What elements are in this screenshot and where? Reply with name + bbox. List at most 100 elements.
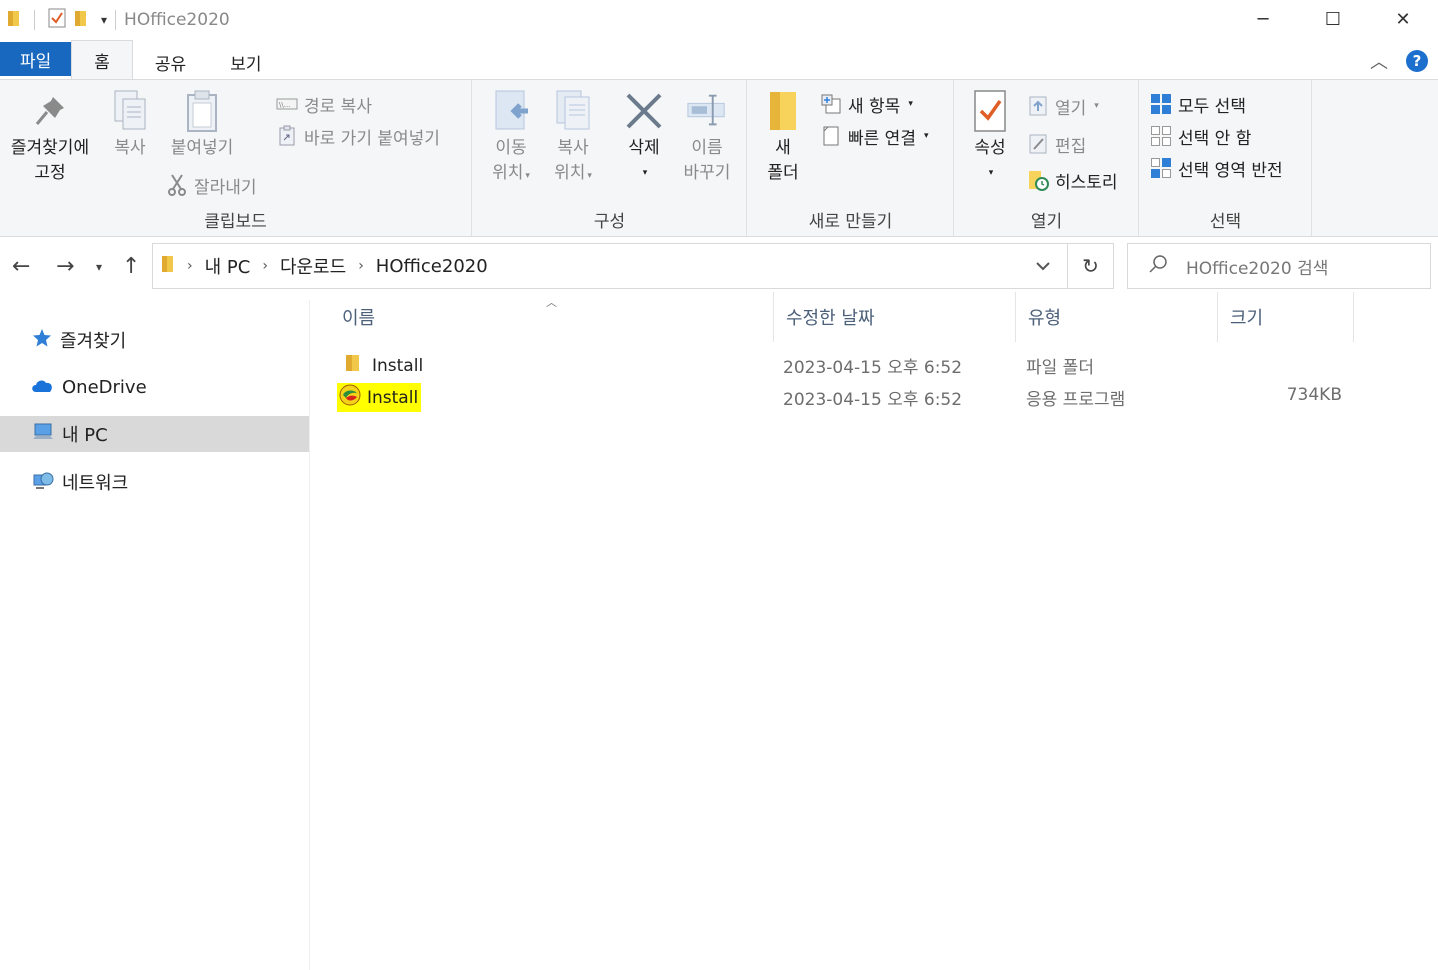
properties-check-icon: [969, 88, 1011, 134]
file-name: Install: [367, 387, 419, 408]
recent-locations-chevron-icon[interactable]: ▾: [96, 260, 102, 274]
ribbon: 즐겨찾기에 고정 복사 붙여넣기 \\... 경로 복사 바로 가기 붙여넣기: [0, 79, 1438, 237]
customize-toolbar-icon[interactable]: ▾: [101, 13, 107, 27]
svg-text:\\...: \\...: [279, 101, 290, 109]
new-item-button[interactable]: 새 항목 ▾: [820, 90, 913, 118]
select-none-button[interactable]: 선택 안 함: [1150, 122, 1251, 150]
table-row[interactable]: Install 2023-04-15 오후 6:52 응용 프로그램 734KB: [330, 380, 1430, 412]
move-to-button[interactable]: 이동 위치 ▾: [483, 88, 539, 189]
clipboard-group: 즐겨찾기에 고정 복사 붙여넣기 \\... 경로 복사 바로 가기 붙여넣기: [0, 80, 472, 236]
breadcrumb-my-pc[interactable]: 내 PC: [205, 253, 251, 279]
column-header-date-modified[interactable]: 수정한 날짜: [774, 292, 1016, 342]
cut-button[interactable]: 잘라내기: [166, 171, 257, 199]
table-row[interactable]: Install 2023-04-15 오후 6:52 파일 폴더: [330, 348, 1430, 380]
breadcrumb-chevron-icon[interactable]: ›: [358, 258, 364, 274]
sidebar-item-onedrive[interactable]: OneDrive: [0, 369, 309, 405]
clipboard-group-label: 클립보드: [204, 212, 267, 232]
file-date: 2023-04-15 오후 6:52: [783, 358, 963, 378]
new-folder-button[interactable]: 새 폴더: [756, 88, 810, 186]
copy-button[interactable]: 복사: [100, 88, 160, 161]
rename-icon: [686, 88, 728, 134]
help-icon[interactable]: ?: [1406, 50, 1428, 72]
open-group: 속성 ▾ 열기 ▾ 편집 히스토리 열기: [955, 80, 1139, 236]
sidebar-item-network[interactable]: 네트워크: [0, 464, 309, 500]
invert-selection-icon: [1150, 157, 1172, 179]
properties-button[interactable]: 속성 ▾: [963, 88, 1017, 186]
breadcrumb-chevron-icon[interactable]: ›: [262, 258, 268, 274]
sidebar-item-my-pc[interactable]: 내 PC: [0, 416, 309, 452]
properties-dropdown-icon[interactable]: ▾: [965, 161, 1017, 186]
select-all-icon: [1150, 93, 1172, 115]
tab-file[interactable]: 파일: [0, 42, 72, 76]
up-arrow-icon[interactable]: ↑: [122, 254, 140, 279]
clipboard-icon: [181, 88, 223, 134]
column-header-type[interactable]: 유형: [1016, 292, 1218, 342]
folder-icon: [762, 88, 804, 134]
hancom-installer-icon: [339, 384, 361, 411]
file-name: Install: [372, 355, 424, 376]
file-list: ︿ 이름 수정한 날짜 유형 크기 Install 2023-04-15 오후 …: [330, 292, 1430, 962]
back-arrow-icon[interactable]: ←: [12, 254, 30, 279]
paste-button[interactable]: 붙여넣기: [162, 88, 242, 161]
file-type: 파일 폴더: [1026, 358, 1094, 378]
computer-icon: [32, 422, 54, 447]
edit-button[interactable]: 편집: [1027, 130, 1086, 158]
select-none-icon: [1150, 125, 1172, 147]
rename-button[interactable]: 이름 바꾸기: [677, 88, 737, 186]
easy-access-button[interactable]: 빠른 연결 ▾: [820, 122, 929, 150]
paste-shortcut-icon: [276, 125, 298, 147]
open-group-label: 열기: [1030, 212, 1063, 232]
forward-arrow-icon[interactable]: →: [56, 254, 74, 279]
properties-icon[interactable]: [47, 7, 67, 34]
tab-view[interactable]: 보기: [208, 44, 283, 80]
address-dropdown-icon[interactable]: [1021, 244, 1065, 288]
open-button[interactable]: 열기 ▾: [1027, 92, 1099, 120]
select-group-label: 선택: [1209, 212, 1242, 232]
title-bar: ▾ HOffice2020 ─ ☐ ✕: [0, 0, 1438, 40]
search-input[interactable]: HOffice2020 검색: [1127, 243, 1431, 289]
copy-to-icon: [552, 88, 594, 134]
new-folder-icon[interactable]: [73, 8, 89, 33]
breadcrumb-downloads[interactable]: 다운로드: [280, 253, 346, 279]
minimize-button[interactable]: ─: [1228, 0, 1298, 38]
column-header-size[interactable]: 크기: [1218, 292, 1354, 342]
breadcrumb-chevron-icon[interactable]: ›: [187, 258, 193, 274]
column-header-name[interactable]: 이름: [330, 292, 774, 342]
history-button[interactable]: 히스토리: [1027, 166, 1118, 194]
invert-selection-button[interactable]: 선택 영역 반전: [1150, 154, 1283, 182]
tab-home[interactable]: 홈: [71, 40, 133, 80]
paste-shortcut-button[interactable]: 바로 가기 붙여넣기: [276, 122, 440, 150]
navigation-pane: 즐겨찾기 OneDrive 내 PC 네트워크: [0, 300, 310, 970]
sidebar-item-quick-access[interactable]: 즐겨찾기: [0, 322, 309, 358]
breadcrumb-hoffice2020[interactable]: HOffice2020: [376, 256, 488, 277]
collapse-ribbon-icon[interactable]: ︿: [1370, 48, 1388, 74]
file-date: 2023-04-15 오후 6:52: [783, 390, 963, 410]
window-title: HOffice2020: [115, 10, 230, 30]
address-bar[interactable]: › 내 PC › 다운로드 › HOffice2020 ↻: [152, 243, 1114, 289]
tab-share[interactable]: 공유: [133, 44, 208, 80]
quick-access-toolbar: ▾: [0, 7, 107, 34]
delete-dropdown-icon[interactable]: ▾: [619, 161, 671, 186]
new-item-icon: [820, 93, 842, 115]
refresh-icon[interactable]: ↻: [1067, 244, 1113, 288]
pin-icon: [29, 88, 71, 134]
highlighted-file-name: Install: [337, 383, 422, 412]
search-placeholder: HOffice2020 검색: [1186, 258, 1329, 279]
folder-icon: [344, 353, 362, 378]
select-group: 모두 선택 선택 안 함 선택 영역 반전 선택: [1140, 80, 1312, 236]
open-icon: [1027, 95, 1049, 117]
pin-to-quick-access-button[interactable]: 즐겨찾기에 고정: [4, 88, 96, 186]
cloud-icon: [30, 377, 54, 398]
star-icon: [32, 328, 52, 353]
copy-path-button[interactable]: \\... 경로 복사: [276, 90, 372, 118]
organize-group-label: 구성: [593, 212, 626, 232]
delete-x-icon: [623, 88, 665, 134]
maximize-button[interactable]: ☐: [1298, 0, 1368, 38]
select-all-button[interactable]: 모두 선택: [1150, 90, 1246, 118]
history-icon: [1027, 169, 1049, 191]
scissors-icon: [166, 174, 188, 196]
folder-icon: [6, 8, 22, 33]
copy-to-button[interactable]: 복사 위치 ▾: [545, 88, 601, 189]
close-button[interactable]: ✕: [1368, 0, 1438, 38]
delete-button[interactable]: 삭제 ▾: [617, 88, 671, 186]
